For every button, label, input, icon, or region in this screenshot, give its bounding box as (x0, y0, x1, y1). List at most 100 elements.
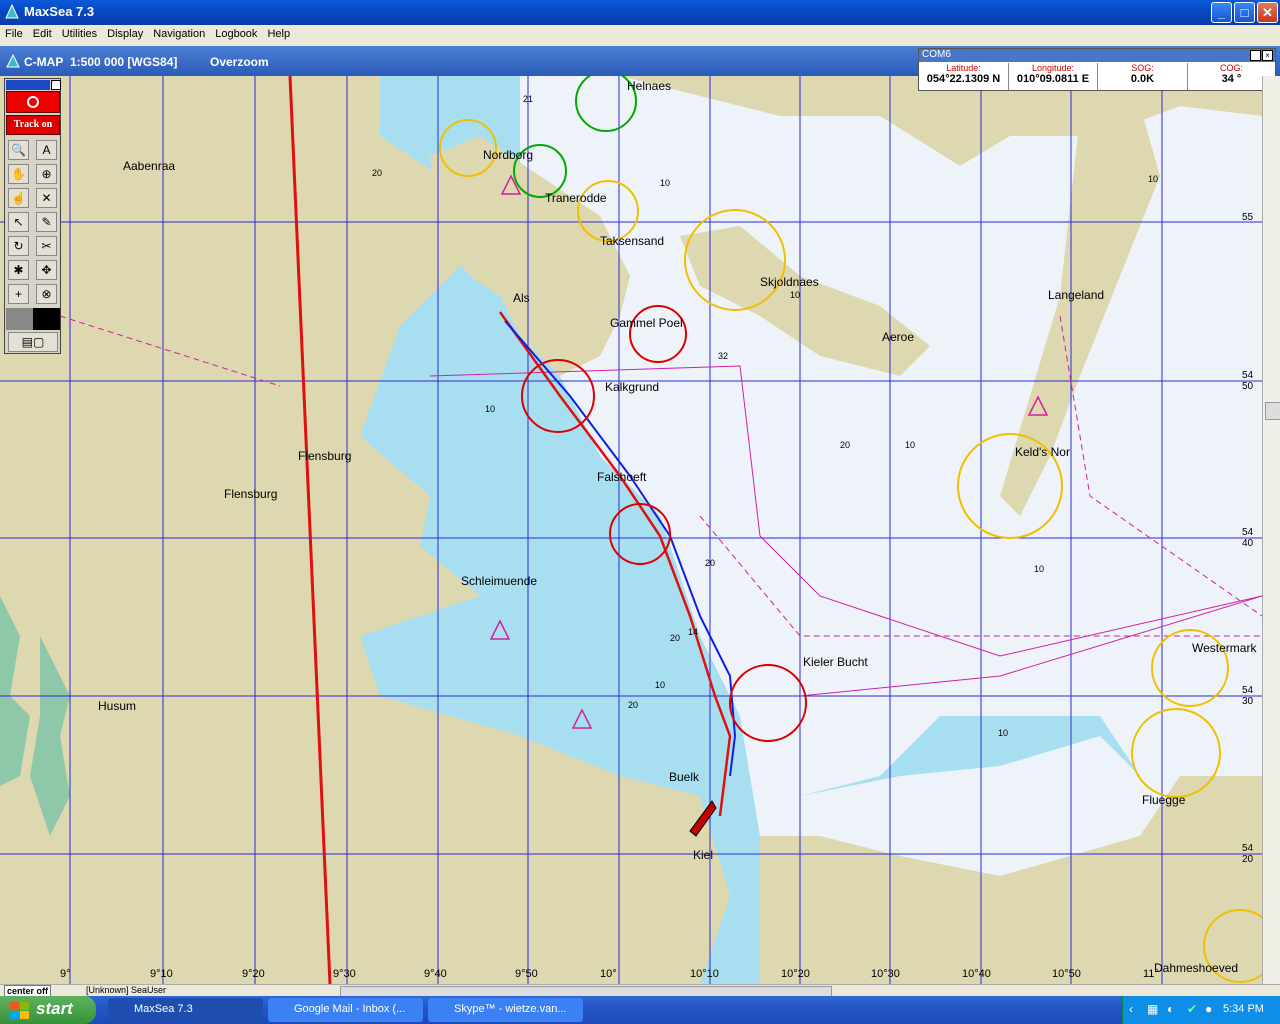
tray-network-icon[interactable]: ▦ (1147, 1002, 1158, 1016)
crosshair-icon[interactable]: ⊕ (36, 164, 57, 184)
menu-utilities[interactable]: Utilities (57, 25, 102, 40)
start-button[interactable]: start (0, 996, 96, 1024)
svg-text:10: 10 (1148, 174, 1158, 184)
task-skype[interactable]: Skype™ - wietze.van... (428, 998, 583, 1022)
com-close-icon[interactable]: × (1262, 50, 1273, 61)
title-bar: MaxSea 7.3 _ □ ✕ (0, 0, 1280, 25)
palette-restore-icon[interactable] (51, 80, 61, 90)
tray-skype-icon[interactable]: ✔ (1187, 1002, 1197, 1016)
zoom-icon[interactable]: 🔍 (8, 140, 29, 160)
place-fluegge: Fluegge (1142, 793, 1186, 807)
svg-text:10: 10 (790, 290, 800, 300)
svg-text:10: 10 (998, 728, 1008, 738)
chart-icon (6, 54, 20, 68)
svg-text:10: 10 (485, 404, 495, 414)
user-label: [Unknown] SeaUser (86, 985, 167, 995)
scroll-thumb[interactable] (1265, 402, 1280, 420)
place-kalkgrund: Kalkgrund (605, 380, 659, 394)
window-title: MaxSea 7.3 (24, 4, 95, 19)
scissors-icon[interactable]: ✂ (36, 236, 57, 256)
place-aeroe: Aeroe (882, 330, 914, 344)
svg-text:10: 10 (1034, 564, 1044, 574)
tray-volume-icon[interactable]: ◐ (1167, 1002, 1174, 1016)
minimize-button[interactable]: _ (1211, 2, 1232, 23)
place-husum: Husum (98, 699, 136, 713)
com-panel: COM6 × Latitude: 054°22.1309 N Longitude:… (918, 48, 1276, 91)
record-icon (27, 96, 39, 108)
place-gammel-poel: Gammel Poel (610, 316, 683, 330)
place-flensburg-2: Flensburg (224, 487, 277, 501)
lon-label: 9°50 (515, 968, 538, 980)
place-kelds-nor: Keld's Nor (1015, 445, 1070, 459)
chart-source: C-MAP 1:500 000 [WGS84] (24, 55, 178, 69)
task-google-mail[interactable]: Google Mail - Inbox (... (268, 998, 423, 1022)
rotate-icon[interactable]: ↻ (8, 236, 29, 256)
layers-icon[interactable]: ▤▢ (8, 332, 58, 352)
colour-swatch-black[interactable] (33, 308, 60, 330)
pointer-icon[interactable]: ↖ (8, 212, 29, 232)
lat-label-5420: 54 20 (1242, 843, 1254, 865)
svg-text:20: 20 (840, 440, 850, 450)
task-maxsea[interactable]: MaxSea 7.3 (108, 998, 263, 1022)
place-schleimuende: Schleimuende (461, 574, 537, 588)
chart-mode: Overzoom (210, 55, 269, 69)
menu-edit[interactable]: Edit (28, 25, 57, 40)
target-icon[interactable]: ⊗ (36, 284, 57, 304)
menu-help[interactable]: Help (262, 25, 295, 40)
grab-icon[interactable]: ☝ (8, 188, 29, 208)
record-button[interactable] (6, 91, 60, 113)
chart-canvas[interactable]: Helnaes Aabenraa Nordborg Tranerodde Tak… (0, 76, 1262, 984)
tray-arrow-icon[interactable]: ‹ (1129, 1002, 1133, 1016)
longitude-cell: Longitude: 010°09.0811 E (1009, 63, 1098, 90)
svg-text:10: 10 (660, 178, 670, 188)
lat-label-5440: 54 40 (1242, 527, 1254, 549)
lat-label-5450: 54 50 (1242, 370, 1254, 392)
lat-label-55: 55 (1242, 212, 1254, 223)
svg-text:21: 21 (523, 94, 533, 104)
route-tool-icon[interactable]: ✱ (8, 260, 29, 280)
hand-pan-icon[interactable]: ✋ (8, 164, 29, 184)
menu-navigation[interactable]: Navigation (148, 25, 210, 40)
svg-text:14: 14 (688, 627, 698, 637)
tray-globe-icon[interactable]: ● (1205, 1002, 1212, 1016)
svg-text:10: 10 (905, 440, 915, 450)
compass-icon[interactable]: A (36, 140, 57, 160)
nautical-chart[interactable]: Helnaes Aabenraa Nordborg Tranerodde Tak… (0, 76, 1262, 984)
place-flensburg-1: Flensburg (298, 449, 351, 463)
lon-label: 10°20 (781, 968, 810, 980)
windows-logo-icon (10, 1002, 29, 1019)
maxsea-app-icon (5, 4, 19, 19)
com-restore-icon[interactable] (1250, 50, 1261, 61)
menu-logbook[interactable]: Logbook (210, 25, 262, 40)
place-langeland: Langeland (1048, 288, 1104, 302)
measure-icon[interactable]: ✕ (36, 188, 57, 208)
latitude-cell: Latitude: 054°22.1309 N (919, 63, 1009, 90)
sog-cell: SOG: 0.0K (1098, 63, 1188, 90)
tool-palette: Track on 🔍 A ✋ ⊕ ☝ ✕ ↖ ✎ ↻ ✂ ✱ ✥ + ⊗ ▤▢ (4, 78, 61, 354)
close-button[interactable]: ✕ (1257, 2, 1278, 23)
status-bar: center off [Unknown] SeaUser (0, 984, 1280, 997)
move-icon[interactable]: ✥ (36, 260, 57, 280)
track-on-button[interactable]: Track on (6, 115, 60, 135)
svg-text:20: 20 (705, 558, 715, 568)
lon-label: 11° (1143, 968, 1159, 980)
place-tranerodde: Tranerodde (545, 191, 607, 205)
plus-icon[interactable]: + (8, 284, 29, 304)
menu-display[interactable]: Display (102, 25, 148, 40)
lon-label: 10°10 (690, 968, 719, 980)
vertical-scrollbar[interactable] (1262, 76, 1280, 984)
pencil-icon[interactable]: ✎ (36, 212, 57, 232)
place-nordborg: Nordborg (483, 148, 533, 162)
place-dahmeshoeved: Dahmeshoeved (1154, 961, 1238, 975)
lon-label: 9° (60, 968, 71, 980)
place-falshoeft: Falshoeft (597, 470, 647, 484)
place-skjoldnaes: Skjoldnaes (760, 275, 819, 289)
taskbar: start MaxSea 7.3 Google Mail - Inbox (..… (0, 996, 1280, 1024)
place-taksensand: Taksensand (600, 234, 664, 248)
menu-file[interactable]: File (0, 25, 28, 40)
colour-swatch-grey[interactable] (6, 308, 33, 330)
lon-label: 9°20 (242, 968, 265, 980)
clock: 5:34 PM (1223, 1003, 1264, 1015)
maximize-button[interactable]: □ (1234, 2, 1255, 23)
place-als: Als (513, 291, 530, 305)
